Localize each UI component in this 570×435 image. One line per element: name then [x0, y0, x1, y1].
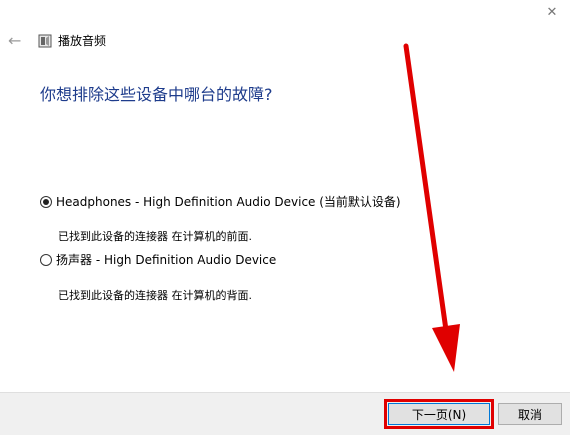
cancel-button[interactable]: 取消	[498, 403, 562, 425]
footer-bar: 下一页(N) 取消	[0, 392, 570, 435]
troubleshooter-window: ✕ ← 播放音频 你想排除这些设备中哪台的故障? Headphones - Hi…	[0, 0, 570, 435]
close-button[interactable]: ✕	[542, 2, 562, 22]
close-icon: ✕	[546, 4, 558, 20]
page-heading: 你想排除这些设备中哪台的故障?	[40, 85, 273, 104]
device-option-label: Headphones - High Definition Audio Devic…	[56, 195, 401, 209]
device-option-description: 已找到此设备的连接器 在计算机的前面.	[58, 230, 252, 243]
radio-button-selected[interactable]	[40, 195, 52, 208]
device-option-headphones[interactable]: Headphones - High Definition Audio Devic…	[40, 193, 401, 210]
device-option-label: 扬声器 - High Definition Audio Device	[56, 253, 277, 267]
annotation-arrow	[403, 43, 460, 372]
next-button[interactable]: 下一页(N)	[384, 399, 494, 429]
device-option-description: 已找到此设备的连接器 在计算机的背面.	[58, 289, 252, 302]
audio-troubleshooter-icon	[38, 34, 52, 47]
device-option-speakers[interactable]: 扬声器 - High Definition Audio Device	[40, 251, 276, 268]
back-button[interactable]: ←	[8, 32, 26, 50]
radio-button[interactable]	[40, 253, 52, 266]
window-title: 播放音频	[58, 34, 107, 48]
title-bar: 播放音频	[38, 32, 106, 49]
back-arrow-icon: ←	[8, 31, 22, 50]
